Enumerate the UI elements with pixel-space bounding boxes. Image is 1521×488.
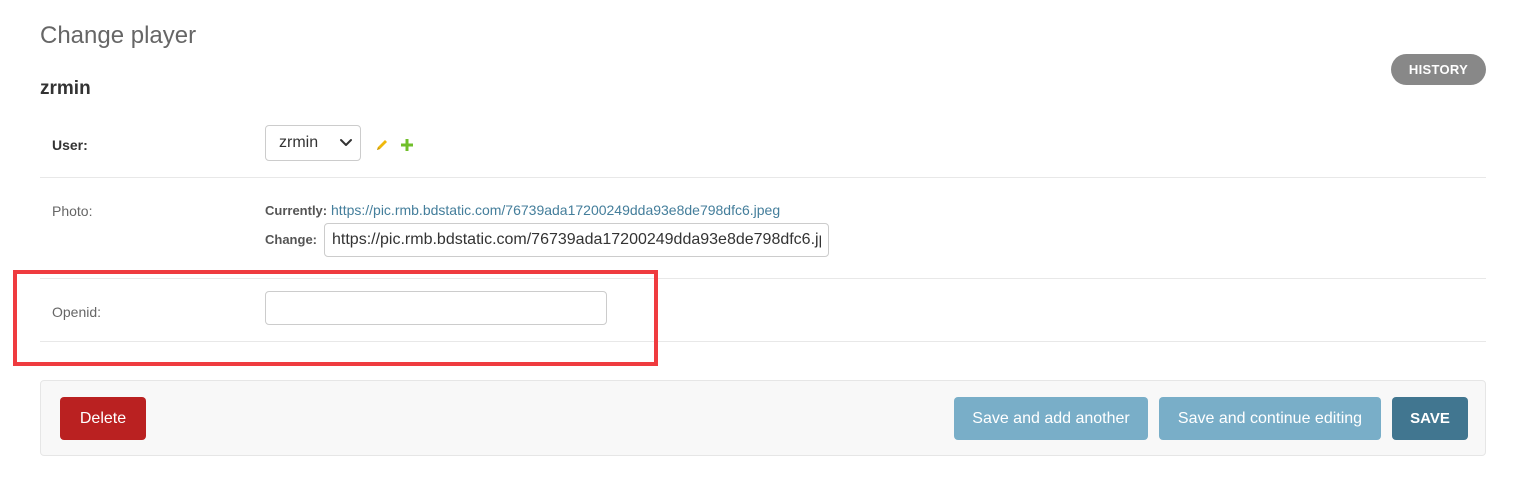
change-form-page: Change player zrmin HISTORY User: zrmin …	[0, 0, 1521, 488]
save-button[interactable]: SAVE	[1392, 397, 1468, 440]
photo-currently: Currently: https://pic.rmb.bdstatic.com/…	[265, 202, 780, 218]
user-select-value: zrmin	[279, 134, 319, 151]
object-name: zrmin	[40, 78, 91, 99]
save-and-continue-button[interactable]: Save and continue editing	[1159, 397, 1381, 440]
pencil-icon[interactable]	[374, 137, 390, 153]
form-row-user: User: zrmin	[40, 113, 1486, 178]
current-photo-link[interactable]: https://pic.rmb.bdstatic.com/76739ada172…	[331, 202, 780, 218]
plus-icon[interactable]	[399, 137, 415, 153]
user-label: User:	[52, 137, 88, 153]
user-select[interactable]: zrmin	[265, 125, 361, 161]
page-title: Change player	[40, 22, 197, 49]
history-button[interactable]: HISTORY	[1391, 54, 1486, 85]
openid-input[interactable]	[265, 291, 607, 325]
currently-label: Currently:	[265, 203, 328, 218]
delete-button[interactable]: Delete	[60, 397, 146, 440]
photo-label: Photo:	[52, 203, 93, 219]
form-row-photo: Photo: Currently: https://pic.rmb.bdstat…	[40, 178, 1486, 279]
chevron-down-icon	[340, 139, 352, 146]
submit-row: Delete Save and add another Save and con…	[40, 380, 1486, 456]
change-label: Change:	[265, 232, 317, 247]
save-and-add-another-button[interactable]: Save and add another	[954, 397, 1148, 440]
photo-change-input[interactable]	[324, 223, 829, 257]
form-row-openid: Openid:	[40, 279, 1486, 342]
openid-label: Openid:	[52, 304, 102, 320]
